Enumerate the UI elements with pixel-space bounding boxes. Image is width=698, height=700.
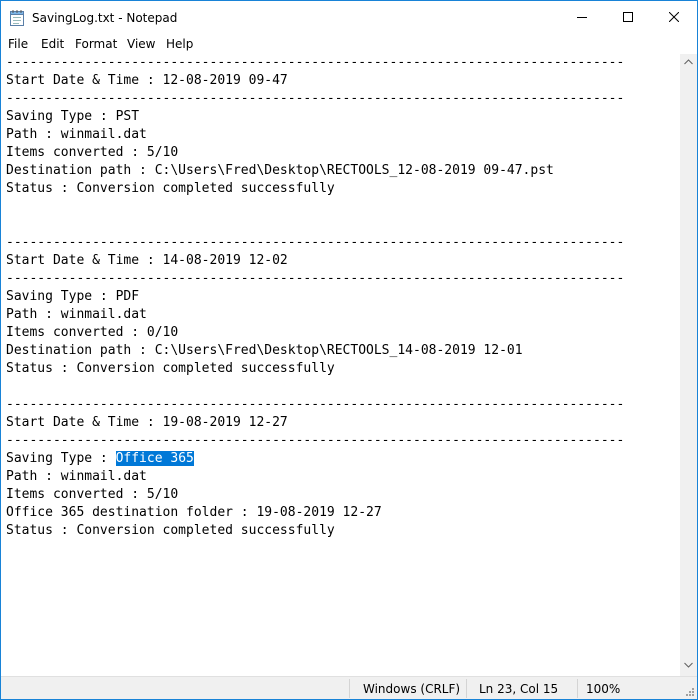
line-text: Status : Conversion completed successful… (6, 181, 335, 196)
text-line (6, 198, 676, 216)
line-text: ----------------------------------------… (6, 55, 625, 70)
line-text: Path : winmail.dat (6, 127, 147, 142)
menu-edit[interactable]: Edit (41, 36, 64, 52)
text-line (6, 216, 676, 234)
notepad-window: SavingLog.txt - Notepad File Edit Format… (0, 0, 698, 700)
line-text: Saving Type : PDF (6, 289, 140, 304)
status-bar: Windows (CRLF) Ln 23, Col 15 100% (1, 676, 697, 699)
text-line: Items converted : 5/10 (6, 486, 676, 504)
text-line: Destination path : C:\Users\Fred\Desktop… (6, 162, 676, 180)
status-zoom: 100% (586, 682, 621, 696)
text-editor[interactable]: ----------------------------------------… (1, 54, 680, 676)
menu-format[interactable]: Format (75, 36, 117, 52)
text-line: Path : winmail.dat (6, 468, 676, 486)
text-line: Status : Conversion completed successful… (6, 522, 676, 540)
title-bar[interactable]: SavingLog.txt - Notepad (1, 1, 697, 34)
selected-text[interactable]: Office 365 (115, 451, 194, 466)
menu-help[interactable]: Help (166, 36, 193, 52)
text-line: Start Date & Time : 19-08-2019 12-27 (6, 414, 676, 432)
text-line: Path : winmail.dat (6, 126, 676, 144)
status-divider (349, 679, 350, 698)
menu-bar: File Edit Format View Help (1, 34, 697, 53)
text-line: Items converted : 5/10 (6, 144, 676, 162)
line-text: ----------------------------------------… (6, 433, 625, 448)
line-text: ----------------------------------------… (6, 235, 625, 250)
line-text: Items converted : 0/10 (6, 325, 179, 340)
text-content[interactable]: ----------------------------------------… (6, 54, 676, 676)
close-icon (669, 12, 679, 22)
line-text: Office 365 destination folder : 19-08-20… (6, 505, 382, 520)
text-line: ----------------------------------------… (6, 270, 676, 288)
text-line: ----------------------------------------… (6, 432, 676, 450)
status-divider (577, 679, 578, 698)
status-divider (466, 679, 467, 698)
text-line: Start Date & Time : 12-08-2019 09-47 (6, 72, 676, 90)
notepad-icon (10, 10, 24, 26)
text-line: Destination path : C:\Users\Fred\Desktop… (6, 342, 676, 360)
minimize-icon (577, 17, 587, 18)
vertical-scrollbar[interactable] (680, 54, 697, 676)
line-text: Start Date & Time : 14-08-2019 12-02 (6, 253, 288, 268)
status-encoding: Windows (CRLF) (363, 682, 461, 696)
minimize-button[interactable] (559, 1, 605, 34)
text-line: Office 365 destination folder : 19-08-20… (6, 504, 676, 522)
line-text: Start Date & Time : 12-08-2019 09-47 (6, 73, 288, 88)
maximize-button[interactable] (605, 1, 651, 34)
menu-view[interactable]: View (127, 36, 155, 52)
resize-grip-icon[interactable] (685, 687, 695, 697)
text-line: ----------------------------------------… (6, 234, 676, 252)
text-line (6, 378, 676, 396)
text-line: Items converted : 0/10 (6, 324, 676, 342)
line-text: ----------------------------------------… (6, 271, 625, 286)
text-line: ----------------------------------------… (6, 54, 676, 72)
window-title: SavingLog.txt - Notepad (32, 11, 178, 25)
line-text: Start Date & Time : 19-08-2019 12-27 (6, 415, 288, 430)
text-line: Saving Type : PDF (6, 288, 676, 306)
line-text: ----------------------------------------… (6, 91, 625, 106)
line-text: Path : winmail.dat (6, 307, 147, 322)
line-text: Status : Conversion completed successful… (6, 361, 335, 376)
text-line: Saving Type : PST (6, 108, 676, 126)
maximize-icon (623, 12, 633, 22)
line-text: Items converted : 5/10 (6, 487, 179, 502)
scroll-down-icon[interactable] (684, 662, 693, 668)
text-line: ----------------------------------------… (6, 396, 676, 414)
line-text: Destination path : C:\Users\Fred\Desktop… (6, 163, 554, 178)
text-line: Status : Conversion completed successful… (6, 360, 676, 378)
text-line: Start Date & Time : 14-08-2019 12-02 (6, 252, 676, 270)
line-text: Items converted : 5/10 (6, 145, 179, 160)
line-text: Destination path : C:\Users\Fred\Desktop… (6, 343, 523, 358)
text-line: ----------------------------------------… (6, 90, 676, 108)
text-line: Saving Type : Office 365 (6, 450, 676, 468)
text-line: Status : Conversion completed successful… (6, 180, 676, 198)
menu-file[interactable]: File (8, 36, 28, 52)
status-cursor-position: Ln 23, Col 15 (479, 682, 559, 696)
close-button[interactable] (651, 1, 697, 34)
line-text: Saving Type : PST (6, 109, 140, 124)
text-line: Path : winmail.dat (6, 306, 676, 324)
line-text: Saving Type : (6, 451, 116, 466)
scroll-up-icon[interactable] (684, 59, 693, 65)
line-text: Path : winmail.dat (6, 469, 147, 484)
line-text: Status : Conversion completed successful… (6, 523, 335, 538)
line-text: ----------------------------------------… (6, 397, 625, 412)
